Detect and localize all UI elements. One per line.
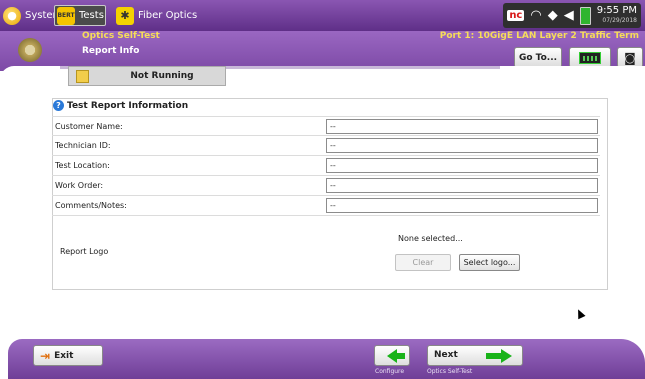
back-caption: Configure: [375, 368, 405, 375]
clock: 9:55 PM 07/29/2018: [596, 4, 637, 26]
camera-icon: ◙: [624, 50, 636, 65]
section-title: ? Test Report Information: [53, 100, 188, 111]
network-icon: ◆: [547, 8, 558, 23]
tab-tests[interactable]: BERT Tests: [54, 5, 106, 26]
clock-date: 07/29/2018: [602, 16, 637, 24]
arrow-right-icon: [486, 349, 514, 363]
clock-time: 9:55 PM: [596, 4, 637, 16]
comments-label: Comments/Notes:: [55, 201, 127, 210]
exit-button[interactable]: ⇥ Exit: [33, 345, 103, 366]
goto-button[interactable]: Go To...: [514, 47, 562, 68]
logo-status: None selected...: [398, 234, 463, 243]
work-order-label: Work Order:: [55, 181, 104, 190]
bert-icon: BERT: [57, 6, 75, 25]
screenshot-button[interactable]: ◙: [617, 47, 643, 68]
exit-label: Exit: [54, 350, 74, 361]
test-location-input[interactable]: --: [326, 158, 598, 173]
run-status-label: Not Running: [130, 71, 194, 81]
battery-icon: [579, 6, 591, 25]
clear-logo-button[interactable]: Clear: [395, 254, 451, 271]
results-view-button[interactable]: [569, 47, 611, 68]
customer-name-label: Customer Name:: [55, 122, 123, 131]
report-form: Customer Name: -- Technician ID: -- Test…: [52, 116, 600, 216]
tab-fiber-optics-label: Fiber Optics: [138, 10, 198, 21]
system-orb-icon: ●: [3, 6, 21, 25]
gear-icon[interactable]: [18, 38, 42, 62]
speaker-icon: ◀: [563, 8, 574, 23]
footer-bar: [8, 339, 645, 379]
work-order-input[interactable]: --: [326, 178, 598, 193]
arrow-left-icon: [387, 348, 405, 363]
help-icon[interactable]: ?: [53, 100, 64, 111]
report-logo-label: Report Logo: [60, 247, 109, 256]
header-subtitle: Optics Self-Test: [82, 31, 160, 41]
test-location-label: Test Location:: [55, 161, 110, 170]
next-button[interactable]: Next: [427, 345, 523, 366]
technician-id-label: Technician ID:: [55, 141, 111, 150]
run-status[interactable]: Not Running: [68, 66, 226, 86]
port-info: Port 1: 10GigE LAN Layer 2 Traffic Term: [439, 31, 639, 41]
page-title: Report Info: [82, 46, 140, 56]
status-flag-icon: [76, 70, 89, 83]
tab-fiber-optics[interactable]: ✱ Fiber Optics: [116, 5, 197, 26]
next-caption: Optics Self-Test: [427, 368, 473, 375]
select-logo-button[interactable]: Select logo...: [459, 254, 520, 271]
nc-badge: nc: [507, 10, 525, 21]
comments-input[interactable]: --: [326, 198, 598, 213]
form-row-technician-id: Technician ID: --: [52, 136, 600, 156]
next-label: Next: [434, 350, 458, 360]
customer-name-input[interactable]: --: [326, 119, 598, 134]
form-row-customer-name: Customer Name: --: [52, 116, 600, 136]
results-screen-icon: [579, 51, 601, 64]
form-row-test-location: Test Location: --: [52, 156, 600, 176]
back-button[interactable]: [374, 345, 410, 366]
fiber-star-icon: ✱: [116, 6, 134, 25]
section-title-label: Test Report Information: [67, 100, 189, 111]
form-row-comments: Comments/Notes: --: [52, 196, 600, 216]
exit-icon: ⇥: [40, 348, 51, 363]
status-area[interactable]: nc ◠ ◆ ◀ 9:55 PM 07/29/2018: [503, 3, 641, 28]
tab-tests-label: Tests: [79, 10, 104, 21]
form-row-work-order: Work Order: --: [52, 176, 600, 196]
wifi-icon: ◠: [530, 8, 542, 23]
technician-id-input[interactable]: --: [326, 138, 598, 153]
mouse-cursor: [574, 307, 586, 320]
